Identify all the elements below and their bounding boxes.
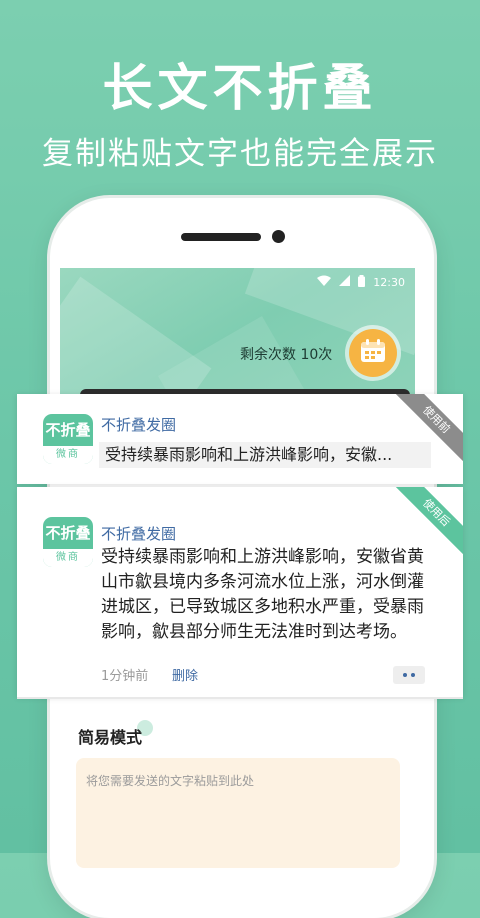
wifi-icon	[317, 275, 332, 289]
card-divider	[17, 697, 463, 699]
card-after: 不折叠 微商 不折叠发圈 受持续暴雨影响和上游洪峰影响，安徽省黄山市歙县境内多条…	[17, 487, 463, 697]
logo-main-text: 不折叠	[45, 524, 91, 542]
card-author-name[interactable]: 不折叠发圈	[101, 414, 176, 435]
app-logo: 不折叠 微商	[43, 414, 93, 464]
full-text: 受持续暴雨影响和上游洪峰影响，安徽省黄山市歙县境内多条河流水位上涨，河水倒灌进城…	[101, 547, 424, 642]
paste-placeholder: 将您需要发送的文字粘贴到此处	[86, 774, 255, 788]
phone-camera	[272, 230, 285, 243]
remaining-count: 剩余次数 10次	[240, 347, 333, 363]
hero-title: 长文不折叠	[102, 59, 378, 117]
status-bar: 12:30	[317, 274, 405, 290]
simple-mode-title: 简易模式	[78, 728, 143, 747]
calendar-button[interactable]	[349, 329, 397, 377]
dot-icon	[403, 673, 407, 677]
calendar-icon	[360, 339, 386, 367]
app-logo: 不折叠 微商	[43, 517, 93, 567]
card-before: 不折叠 微商 不折叠发圈 受持续暴雨影响和上游洪峰影响，安徽... 使用前	[17, 394, 463, 484]
folded-text: 受持续暴雨影响和上游洪峰影响，安徽...	[99, 442, 431, 468]
card-author-name[interactable]: 不折叠发圈	[101, 523, 176, 544]
phone-speaker	[181, 233, 261, 241]
paste-textarea[interactable]: 将您需要发送的文字粘贴到此处	[76, 758, 400, 868]
battery-icon	[358, 274, 366, 290]
dot-icon	[411, 673, 415, 677]
delete-link[interactable]: 删除	[172, 665, 198, 684]
post-time: 1分钟前	[101, 669, 149, 684]
app-header: 12:30 剩余次数 10次	[60, 268, 415, 398]
signal-icon	[339, 275, 351, 289]
logo-main-text: 不折叠	[45, 421, 91, 439]
more-button[interactable]	[393, 666, 425, 684]
logo-sub-text: 微商	[43, 549, 93, 567]
hero-subtitle: 复制粘贴文字也能完全展示	[42, 136, 438, 172]
status-time: 12:30	[373, 275, 405, 289]
logo-sub-text: 微商	[43, 446, 93, 464]
